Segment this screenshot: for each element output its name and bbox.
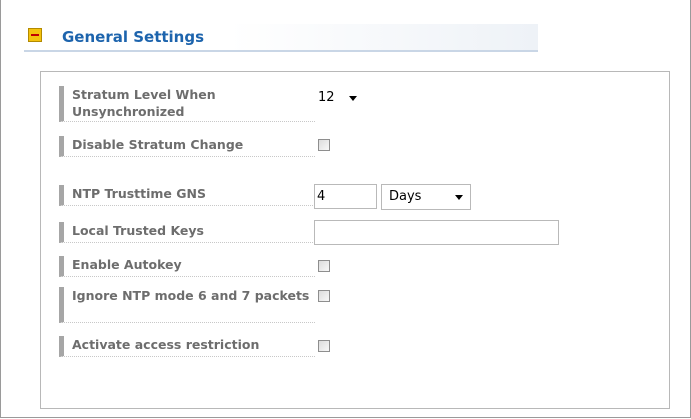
- chevron-down-icon: [349, 96, 357, 101]
- local-trusted-keys-input[interactable]: [314, 220, 559, 245]
- activate-access-restriction-checkbox[interactable]: [318, 340, 330, 352]
- enable-autokey-label: Enable Autokey: [59, 256, 315, 277]
- local-trusted-keys-label: Local Trusted Keys: [59, 222, 315, 243]
- ntp-trusttime-label: NTP Trusttime GNS: [59, 185, 315, 206]
- disable-stratum-change-label: Disable Stratum Change: [59, 136, 315, 157]
- ntp-trusttime-unit-select[interactable]: Days: [381, 184, 471, 210]
- ntp-trusttime-unit-value: Days: [389, 189, 422, 204]
- stratum-level-value: 12: [318, 90, 335, 105]
- stratum-level-select[interactable]: 12: [315, 88, 365, 108]
- section-header[interactable]: General Settings: [24, 24, 538, 52]
- ignore-ntp-mode-label: Ignore NTP mode 6 and 7 packets: [59, 287, 315, 323]
- section-title: General Settings: [62, 28, 205, 46]
- activate-access-restriction-label: Activate access restriction: [59, 336, 315, 357]
- ntp-trusttime-input[interactable]: 4: [314, 184, 377, 209]
- disable-stratum-change-checkbox[interactable]: [318, 139, 330, 151]
- chevron-down-icon: [455, 195, 463, 200]
- collapse-minus-icon[interactable]: [28, 28, 42, 42]
- ignore-ntp-mode-checkbox[interactable]: [318, 290, 330, 302]
- stratum-level-label: Stratum Level When Unsynchronized: [59, 86, 315, 122]
- enable-autokey-checkbox[interactable]: [318, 260, 330, 272]
